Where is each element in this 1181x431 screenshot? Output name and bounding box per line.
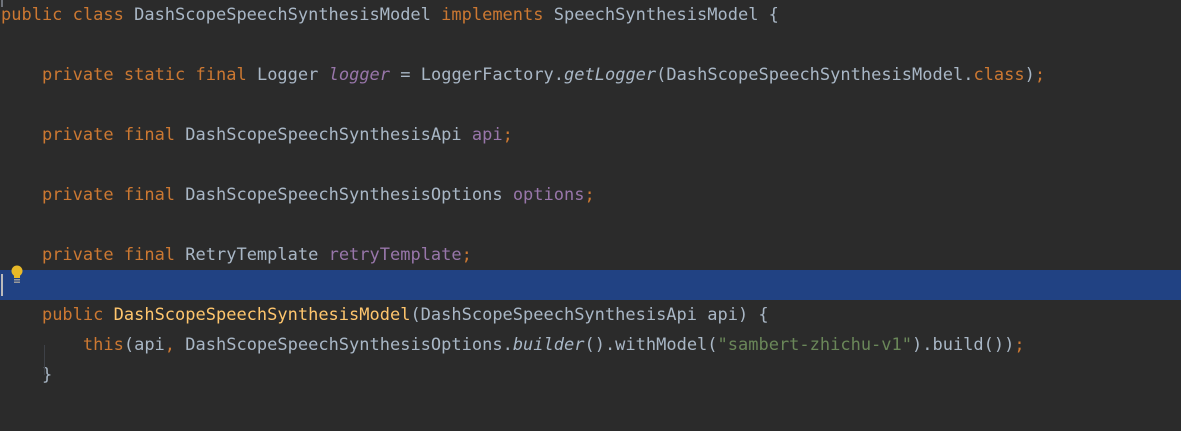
code-token: public xyxy=(1,5,63,25)
code-token: class xyxy=(72,5,124,25)
code-token: public xyxy=(41,305,104,325)
code-line-text: public DashScopeSpeechSynthesisModel(Das… xyxy=(1,300,769,330)
code-line[interactable] xyxy=(0,30,1181,60)
code-token: final xyxy=(123,185,176,205)
code-token: private xyxy=(41,65,114,85)
code-line[interactable]: private static final Logger logger = Log… xyxy=(0,60,1181,90)
indent-guide xyxy=(44,345,45,375)
code-line-text: private final DashScopeSpeechSynthesisOp… xyxy=(1,180,595,210)
code-line[interactable]: private final RetryTemplate retryTemplat… xyxy=(0,240,1181,270)
lightbulb-intention-icon[interactable] xyxy=(10,264,24,286)
code-token: class xyxy=(973,65,1025,85)
code-line[interactable]: private final DashScopeSpeechSynthesisOp… xyxy=(0,180,1181,210)
code-token: final xyxy=(195,65,247,85)
code-line[interactable]: private final DashScopeSpeechSynthesisAp… xyxy=(0,120,1181,150)
code-token: RetryTemplate xyxy=(175,245,329,265)
code-token: ; xyxy=(1034,65,1046,85)
code-token: options xyxy=(512,185,585,205)
code-token: builder xyxy=(512,335,585,355)
code-token: ) xyxy=(1024,65,1035,85)
code-token: private xyxy=(41,245,114,265)
code-token: DashScopeSpeechSynthesisModel xyxy=(113,305,411,325)
code-token: ).build()) xyxy=(912,335,1015,355)
code-token: = LoggerFactory. xyxy=(390,65,565,85)
code-token: (api xyxy=(123,335,165,355)
code-token: logger xyxy=(328,65,391,85)
code-token: static xyxy=(123,65,186,85)
code-line[interactable] xyxy=(0,90,1181,120)
code-token: final xyxy=(123,245,176,265)
code-line[interactable]: public DashScopeSpeechSynthesisModel(Das… xyxy=(0,300,1181,330)
code-token: ; xyxy=(584,185,595,205)
code-line[interactable] xyxy=(0,210,1181,240)
code-token: retryTemplate xyxy=(328,245,462,265)
code-token: api xyxy=(471,125,503,145)
code-token: this xyxy=(82,335,124,355)
code-token: ().withModel( xyxy=(584,335,718,355)
code-token: final xyxy=(123,125,176,145)
code-token: implements xyxy=(441,5,544,25)
code-line-text: public class DashScopeSpeechSynthesisMod… xyxy=(1,0,779,30)
text-caret xyxy=(1,274,3,296)
code-line[interactable]: } xyxy=(0,360,1181,390)
code-token: DashScopeSpeechSynthesisOptions xyxy=(175,185,513,205)
code-token: ; xyxy=(461,245,472,265)
code-token: DashScopeSpeechSynthesisModel xyxy=(123,5,442,25)
code-token: SpeechSynthesisModel { xyxy=(543,5,779,25)
code-token: Logger xyxy=(246,65,329,85)
code-line-text: private final DashScopeSpeechSynthesisAp… xyxy=(1,120,513,150)
code-token: "sambert-zhichu-v1" xyxy=(717,335,912,355)
code-line-text: this(api, DashScopeSpeechSynthesisOption… xyxy=(1,330,1025,360)
code-token: DashScopeSpeechSynthesisOptions. xyxy=(175,335,513,355)
code-token: DashScopeSpeechSynthesisApi xyxy=(175,125,472,145)
code-token: (DashScopeSpeechSynthesisApi api) { xyxy=(410,305,769,325)
code-token: private xyxy=(41,125,114,145)
code-token: , xyxy=(164,335,176,355)
code-line-text: private final RetryTemplate retryTemplat… xyxy=(1,240,472,270)
code-token: ; xyxy=(1014,335,1025,355)
current-line[interactable] xyxy=(0,270,1181,300)
code-token: ; xyxy=(502,125,513,145)
code-line[interactable] xyxy=(0,150,1181,180)
code-token: getLogger xyxy=(564,65,657,85)
code-token: private xyxy=(41,185,114,205)
code-line[interactable]: public class DashScopeSpeechSynthesisMod… xyxy=(0,0,1181,30)
code-token: (DashScopeSpeechSynthesisModel. xyxy=(656,65,974,85)
code-line-text: private static final Logger logger = Log… xyxy=(1,60,1045,90)
code-line[interactable]: this(api, DashScopeSpeechSynthesisOption… xyxy=(0,330,1181,360)
code-editor[interactable]: public class DashScopeSpeechSynthesisMod… xyxy=(0,0,1181,431)
